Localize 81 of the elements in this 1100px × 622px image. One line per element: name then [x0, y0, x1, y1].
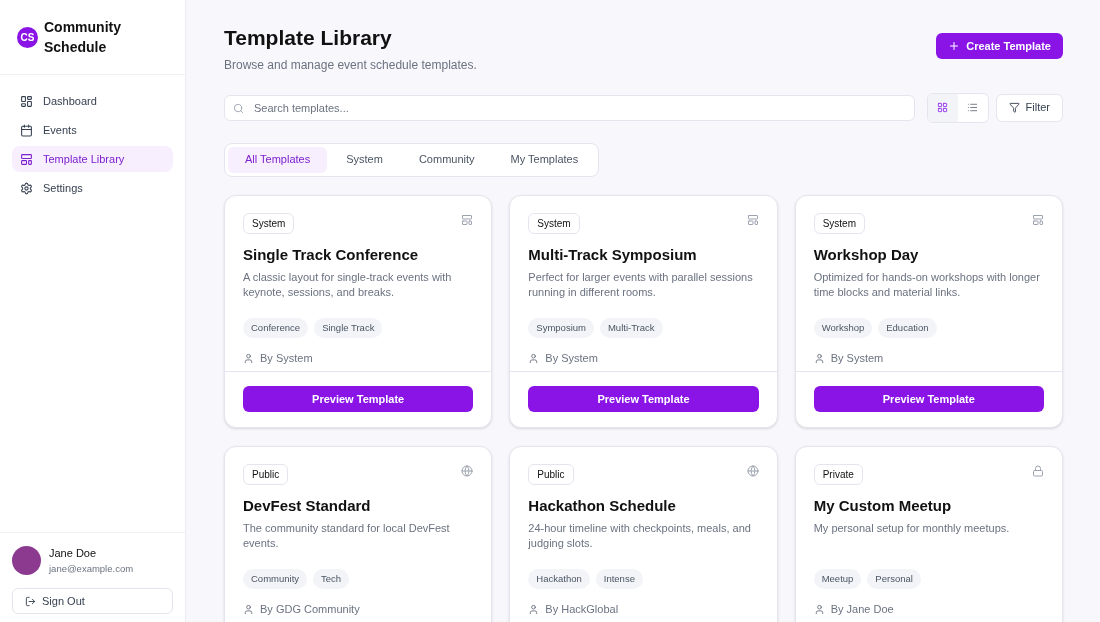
template-title: Single Track Conference	[243, 244, 420, 265]
nav-item[interactable]: Settings	[12, 175, 173, 201]
user-icon	[813, 353, 825, 364]
tag: Intense	[595, 569, 643, 590]
dashboard-icon	[20, 94, 33, 108]
template-title: My Custom Meetup	[813, 495, 953, 516]
author-label: By System	[830, 351, 884, 367]
nav-item[interactable]: Events	[12, 117, 173, 143]
template-description: A classic layout for single-track events with keynote, sessions, and breaks.	[243, 270, 453, 300]
author-label: By Jane Doe	[830, 602, 894, 618]
author-label: By System	[260, 351, 313, 367]
nav-item[interactable]: Dashboard	[12, 88, 173, 114]
author-label: By GDG Community	[260, 602, 360, 618]
tag: Single Track	[314, 318, 383, 339]
filter-icon	[1008, 102, 1020, 113]
template-description: The community standard for local DevFest events.	[243, 521, 451, 551]
layout-icon	[1032, 213, 1044, 226]
sign-out-icon	[25, 595, 36, 607]
filter-button[interactable]: Filter	[995, 93, 1063, 122]
plus-icon	[948, 40, 961, 52]
template-title: Hackathon Schedule	[528, 495, 677, 516]
globe-icon	[461, 464, 474, 477]
layout-icon	[746, 213, 759, 226]
user-icon	[243, 353, 254, 364]
app-name: Community Schedule	[44, 18, 122, 57]
tag: Symposium	[528, 318, 594, 339]
create-template-button[interactable]: Create Template	[936, 33, 1063, 59]
tag: Meetup	[813, 569, 862, 590]
user-icon	[243, 604, 254, 615]
preview-template-button[interactable]: Preview Template	[528, 386, 759, 412]
tag: Workshop	[813, 318, 873, 339]
tab[interactable]: System	[329, 146, 400, 173]
lock-icon	[1032, 464, 1044, 477]
tab[interactable]: Community	[401, 146, 492, 173]
grid-view-button[interactable]	[927, 93, 958, 122]
template-description: 24-hour timeline with checkpoints, meals, and judging slots.	[528, 521, 752, 551]
tag: Personal	[867, 569, 921, 590]
search-field[interactable]: Search templates...	[224, 94, 915, 121]
tag: Multi-Track	[599, 318, 663, 339]
tag: Education	[878, 318, 937, 339]
template-description: Perfect for larger events with parallel sessions running in different rooms.	[528, 270, 754, 300]
user-name: Jane Doe	[49, 546, 98, 562]
author-label: By HackGlobal	[545, 602, 619, 618]
preview-template-button[interactable]: Preview Template	[813, 386, 1044, 412]
list-icon	[967, 102, 979, 113]
category-badge: System	[813, 212, 865, 234]
tab[interactable]: All Templates	[228, 146, 328, 173]
category-badge: System	[243, 212, 295, 234]
search-icon	[233, 102, 244, 114]
author-label: By System	[545, 351, 598, 367]
calendar-icon	[20, 123, 33, 137]
category-badge: Public	[243, 463, 289, 485]
user-icon	[813, 604, 825, 615]
tag: Conference	[243, 318, 309, 339]
tag: Tech	[313, 569, 350, 590]
sign-out-button[interactable]: Sign Out	[12, 588, 173, 614]
category-badge: System	[528, 212, 580, 234]
template-title: DevFest Standard	[243, 495, 372, 516]
user-email: jane@example.com	[49, 561, 134, 576]
category-badge: Public	[528, 463, 574, 485]
user-icon	[528, 353, 540, 364]
user-icon	[528, 604, 540, 615]
layout-icon	[20, 152, 33, 166]
category-badge: Private	[813, 463, 863, 485]
globe-icon	[746, 464, 759, 477]
tag: Community	[243, 569, 308, 590]
page-subtitle: Browse and manage event schedule templates.	[224, 56, 477, 74]
grid-icon	[937, 102, 949, 113]
nav-item[interactable]: Template Library	[12, 146, 173, 172]
app-logo: CS	[17, 26, 38, 48]
layout-icon	[461, 213, 474, 226]
page-title: Template Library	[224, 25, 393, 51]
template-description: My personal setup for monthly meetups.	[813, 521, 1011, 536]
preview-template-button[interactable]: Preview Template	[243, 386, 474, 412]
avatar	[12, 546, 41, 576]
tag: Hackathon	[528, 569, 590, 590]
template-description: Optimized for hands-on workshops with longer time blocks and material links.	[813, 270, 1041, 300]
template-title: Workshop Day	[813, 244, 920, 265]
tab[interactable]: My Templates	[493, 146, 596, 173]
template-title: Multi-Track Symposium	[528, 244, 698, 265]
settings-icon	[20, 181, 33, 195]
